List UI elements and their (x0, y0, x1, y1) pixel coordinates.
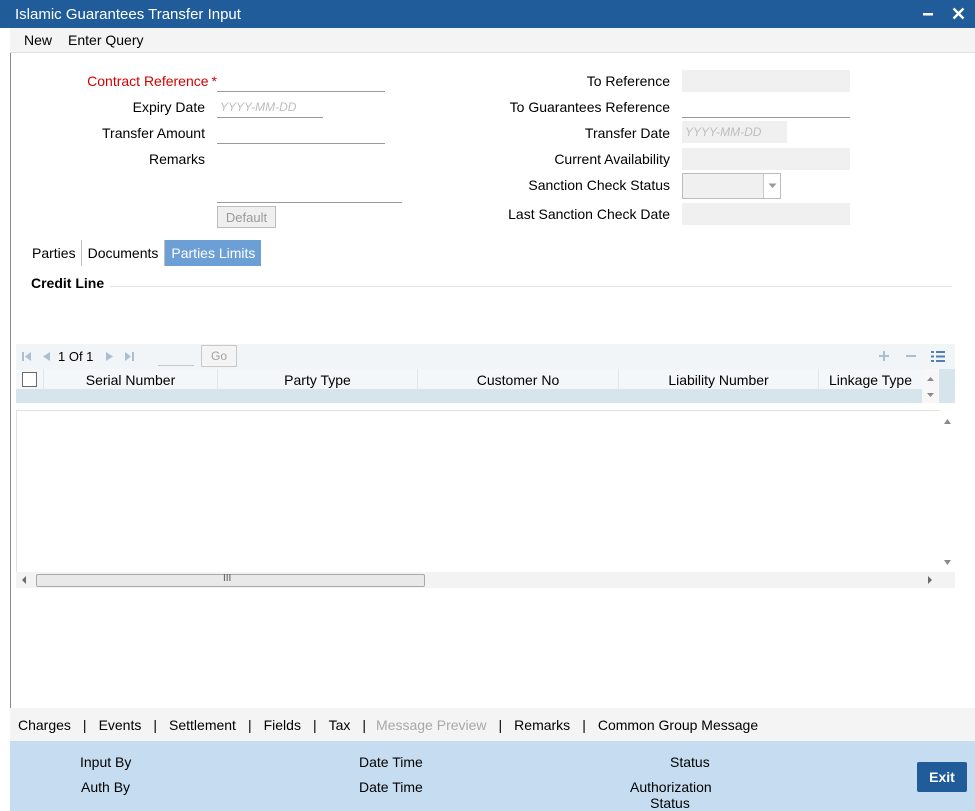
remarks-textarea[interactable] (217, 150, 402, 203)
separator: | (82, 716, 87, 733)
tab-documents[interactable]: Documents (82, 240, 166, 266)
link-tax[interactable]: Tax (329, 717, 351, 733)
transfer-amount-label: Transfer Amount (102, 125, 205, 141)
link-settlement[interactable]: Settlement (169, 717, 236, 733)
contract-reference-label: Contract Reference * (87, 73, 217, 89)
table-row[interactable] (16, 390, 922, 403)
separator: | (312, 716, 317, 733)
horizontal-scroll-thumb[interactable]: III (36, 573, 425, 587)
grid-toolbar: 1 Of 1 (16, 344, 955, 369)
menu-bar: New Enter Query (10, 28, 975, 53)
tab-bar: Parties Documents Parties Limits (27, 240, 262, 266)
page-indicator: 1 Of 1 (58, 349, 94, 364)
transfer-amount-input[interactable] (217, 122, 385, 144)
separator: | (498, 716, 503, 733)
next-page-icon[interactable] (102, 349, 118, 365)
separator: | (153, 716, 158, 733)
chevron-down-icon[interactable] (763, 174, 780, 198)
column-header[interactable]: Customer No (418, 369, 619, 390)
add-row-icon[interactable] (876, 348, 892, 364)
select-all-checkbox[interactable] (22, 372, 37, 387)
link-charges[interactable]: Charges (18, 717, 71, 733)
list-view-icon[interactable] (930, 348, 946, 364)
to-guarantees-reference-label: To Guarantees Reference (509, 99, 670, 115)
go-button[interactable]: Go (201, 345, 237, 367)
separator: | (362, 716, 367, 733)
link-fields[interactable]: Fields (264, 717, 301, 733)
last-sanction-check-date-label: Last Sanction Check Date (508, 206, 670, 222)
expiry-date-input[interactable]: YYYY-MM-DD (217, 96, 323, 118)
scroll-grip: III (223, 573, 232, 584)
tab-parties-limits[interactable]: Parties Limits (165, 240, 262, 266)
expiry-date-label: Expiry Date (132, 99, 205, 115)
header-scrollbar[interactable] (922, 369, 939, 403)
grid-body (16, 410, 939, 573)
title-bar: Islamic Guarantees Transfer Input (0, 0, 975, 28)
grid-side-strip (939, 369, 955, 403)
menu-new[interactable]: New (24, 32, 52, 48)
contract-reference-input[interactable] (217, 70, 385, 92)
date-time-label: Date Time (359, 779, 423, 795)
default-button[interactable]: Default (217, 206, 276, 228)
current-availability-label: Current Availability (554, 151, 670, 167)
last-page-icon[interactable] (121, 349, 137, 365)
status-label: Status (670, 754, 710, 770)
last-sanction-check-date-field (682, 203, 850, 225)
remarks-label: Remarks (148, 151, 205, 167)
vertical-scrollbar[interactable] (940, 410, 955, 573)
delete-row-icon[interactable] (903, 348, 919, 364)
section-title: Credit Line (31, 275, 105, 291)
sanction-check-status-label: Sanction Check Status (528, 177, 670, 193)
authorization-status-label: Authorization Status (630, 779, 712, 811)
transfer-date-field: YYYY-MM-DD (682, 121, 787, 143)
auth-by-label: Auth By (81, 779, 131, 795)
close-icon[interactable] (949, 3, 967, 23)
grid-header: Serial Number Party Type Customer No Lia… (16, 369, 922, 390)
column-header[interactable]: Liability Number (619, 369, 819, 390)
link-events[interactable]: Events (99, 717, 142, 733)
bottom-links-bar: Charges | Events | Settlement | Fields |… (10, 708, 975, 741)
link-message-preview: Message Preview (376, 716, 487, 733)
section-divider (110, 286, 952, 287)
page-number-input[interactable] (158, 346, 194, 366)
exit-button[interactable]: Exit (917, 762, 967, 792)
column-header[interactable]: Serial Number (44, 369, 218, 390)
tab-parties[interactable]: Parties (27, 240, 82, 266)
input-by-label: Input By (80, 754, 132, 770)
sanction-check-status-select[interactable] (682, 173, 781, 199)
minimize-icon[interactable] (919, 3, 937, 23)
date-time-label: Date Time (359, 754, 423, 770)
window-title: Islamic Guarantees Transfer Input (15, 5, 241, 23)
first-page-icon[interactable] (18, 349, 34, 365)
separator: | (582, 716, 586, 733)
separator: | (247, 716, 252, 733)
column-header[interactable]: Linkage Type (819, 369, 922, 390)
to-guarantees-reference-input[interactable] (682, 96, 850, 118)
link-remarks[interactable]: Remarks (514, 717, 570, 733)
audit-footer: Input By Auth By Date Time Date Time Sta… (10, 741, 975, 811)
previous-page-icon[interactable] (38, 349, 54, 365)
to-reference-field (682, 70, 850, 92)
select-all-cell (16, 369, 44, 390)
menu-enter-query[interactable]: Enter Query (68, 32, 143, 48)
transfer-date-label: Transfer Date (584, 125, 670, 141)
left-border (10, 53, 11, 811)
to-reference-label: To Reference (586, 73, 670, 89)
current-availability-field (682, 148, 850, 170)
column-header[interactable]: Party Type (218, 369, 418, 390)
link-common-group-message[interactable]: Common Group Message (598, 717, 758, 733)
